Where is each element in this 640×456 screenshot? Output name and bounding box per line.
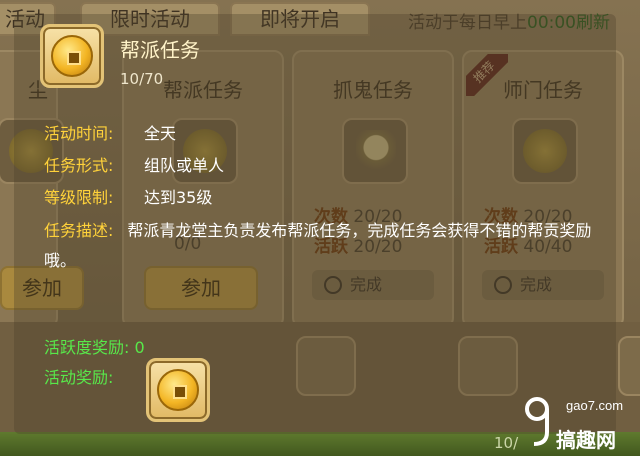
watermark-logo	[525, 397, 549, 446]
info-value: 达到35级	[144, 188, 213, 207]
info-label: 任务形式:	[44, 156, 114, 175]
task-description: 任务描述: 帮派青龙堂主负责发布帮派任务，完成任务会获得不错的帮贡奖励哦。	[44, 216, 604, 276]
reward-slot[interactable]	[618, 336, 640, 396]
tooltip-title: 帮派任务	[120, 38, 200, 62]
event-reward-label: 活动奖励:	[44, 368, 114, 387]
progress-bar-text: 10/	[494, 434, 519, 452]
tooltip-count: 10/70	[120, 70, 164, 88]
info-row-time: 活动时间: 全天	[44, 120, 176, 144]
item-icon-frame	[40, 24, 104, 88]
watermark-name: 搞趣网	[556, 428, 616, 452]
info-value: 全天	[144, 124, 177, 143]
info-value: 组队或单人	[144, 156, 225, 175]
info-label: 等级限制:	[44, 188, 114, 207]
activity-reward-row: 活跃度奖励: 0	[44, 338, 145, 357]
gold-coin-icon	[157, 369, 199, 411]
info-row-level: 等级限制: 达到35级	[44, 184, 212, 208]
gold-coin-icon	[51, 35, 93, 77]
description-text: 帮派青龙堂主负责发布帮派任务，完成任务会获得不错的帮贡奖励哦。	[44, 221, 592, 270]
info-label: 任务描述:	[44, 221, 114, 240]
activity-tooltip: 帮派任务 10/70 活动时间: 全天 任务形式: 组队或单人 等级限制: 达到35级…	[14, 14, 616, 434]
reward-item-frame[interactable]	[146, 358, 210, 422]
info-label: 活动时间:	[44, 124, 114, 143]
info-row-form: 任务形式: 组队或单人	[44, 152, 224, 176]
watermark-site: gao7.com	[566, 398, 624, 413]
